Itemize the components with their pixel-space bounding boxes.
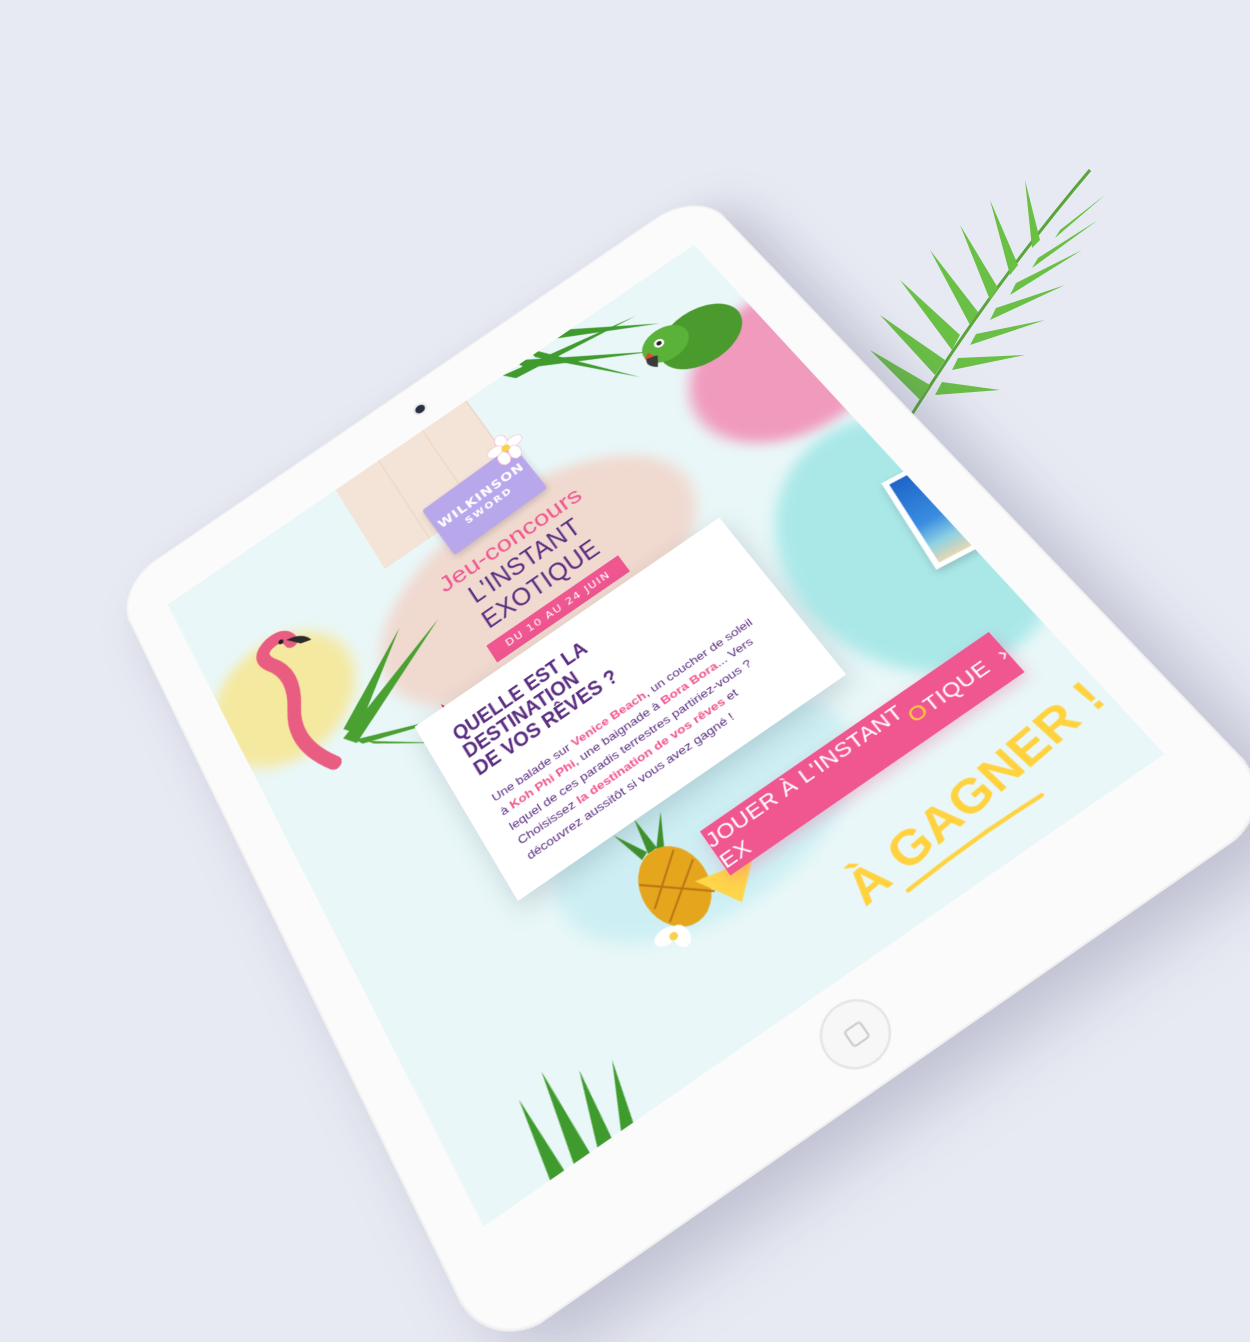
camera-icon xyxy=(414,403,427,415)
home-button[interactable] xyxy=(806,986,905,1084)
palm-leaf-icon xyxy=(496,1027,654,1187)
tablet-screen: WILKINSON SWORD Jeu-concours L'INSTANT E… xyxy=(168,245,1165,1226)
tablet-device: WILKINSON SWORD Jeu-concours L'INSTANT E… xyxy=(113,189,1250,1342)
